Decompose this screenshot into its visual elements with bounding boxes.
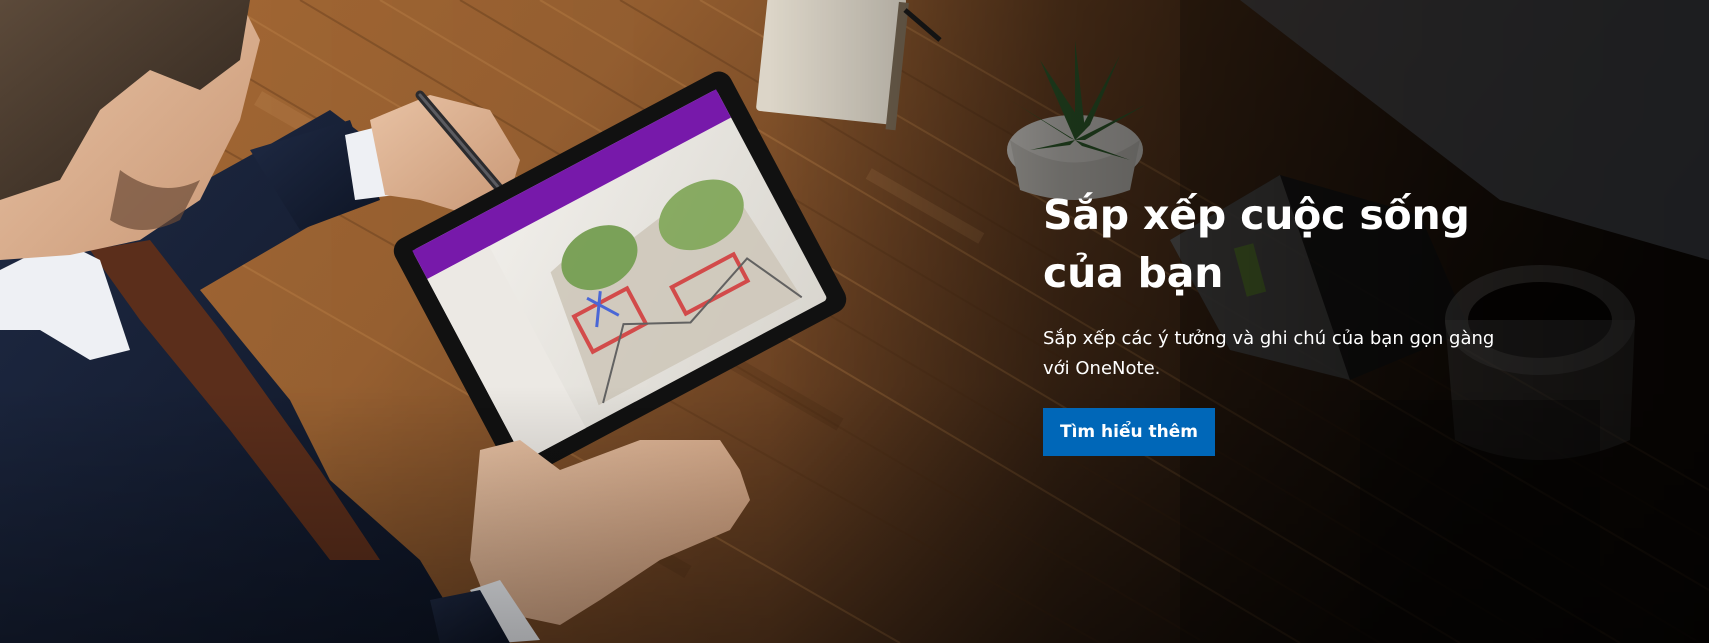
hero-subtext: Sắp xếp các ý tưởng và ghi chú của bạn g… [1043, 328, 1495, 379]
hero-text-block: Sắp xếp cuộc sống của bạn Sắp xếp các ý … [1043, 186, 1543, 456]
learn-more-button[interactable]: Tìm hiểu thêm [1043, 408, 1216, 456]
hero-banner: Sắp xếp cuộc sống của bạn Sắp xếp các ý … [0, 0, 1709, 643]
hero-heading: Sắp xếp cuộc sống của bạn [1043, 191, 1470, 297]
